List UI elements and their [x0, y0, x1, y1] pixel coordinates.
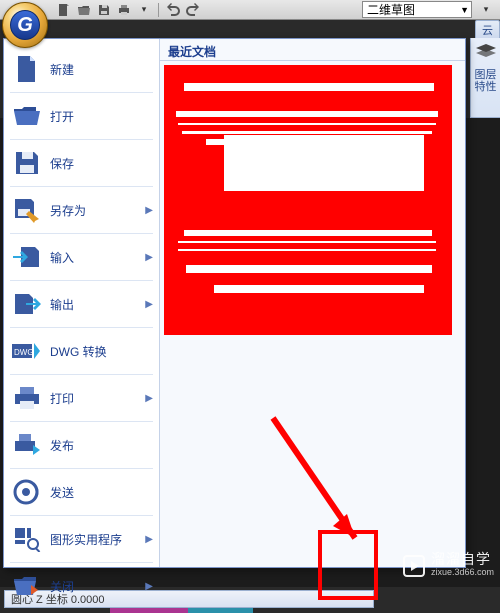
ribbon-panel-layers[interactable]: 图层 特性	[470, 38, 500, 118]
menu-item-print[interactable]: 打印 ▶	[4, 376, 159, 420]
open-folder-icon[interactable]	[76, 2, 92, 18]
save-disk-icon[interactable]	[96, 2, 112, 18]
menu-item-label: 另存为	[50, 202, 137, 219]
menu-item-close[interactable]: 关闭 ▶	[4, 564, 159, 608]
app-menu-left-column: 新建 打开 保存 另存为 ▶	[4, 39, 160, 567]
separator	[10, 139, 153, 140]
ribbon-tab-cloud[interactable]: 云	[475, 20, 500, 38]
app-logo-icon: G	[10, 10, 40, 40]
app-menu-right-column: 最近文档	[160, 39, 465, 567]
send-icon	[12, 477, 42, 507]
separator	[10, 92, 153, 93]
new-file-icon	[12, 54, 42, 84]
menu-item-label: 打开	[50, 108, 153, 125]
separator	[10, 468, 153, 469]
save-as-icon	[12, 195, 42, 225]
submenu-arrow-icon: ▶	[145, 581, 153, 592]
new-file-icon[interactable]	[56, 2, 72, 18]
save-disk-icon	[12, 148, 42, 178]
submenu-arrow-icon: ▶	[145, 393, 153, 404]
menu-item-publish[interactable]: 发布	[4, 423, 159, 467]
watermark: 溜溜自学 zixue.3d66.com	[403, 553, 494, 579]
recent-documents-area	[160, 61, 465, 567]
print-icon	[12, 383, 42, 413]
undo-icon[interactable]	[165, 2, 181, 18]
menu-item-label: DWG 转换	[50, 343, 153, 360]
dwg-convert-icon: DWG	[12, 336, 42, 366]
svg-text:DWG: DWG	[14, 348, 34, 357]
submenu-arrow-icon: ▶	[145, 299, 153, 310]
title-dropdown-icon[interactable]: ▾	[476, 2, 496, 18]
redo-icon[interactable]	[185, 2, 201, 18]
close-folder-icon	[12, 571, 42, 601]
application-menu-button[interactable]: G	[2, 2, 48, 48]
menu-item-label: 发送	[50, 484, 153, 501]
menu-item-drawing-utilities[interactable]: 图形实用程序 ▶	[4, 517, 159, 561]
menu-item-label: 关闭	[50, 578, 137, 595]
chevron-down-icon: ▼	[460, 5, 469, 15]
menu-item-export[interactable]: 输出 ▶	[4, 282, 159, 326]
recent-documents-header: 最近文档	[160, 39, 465, 61]
open-folder-icon	[12, 101, 42, 131]
menu-item-new[interactable]: 新建	[4, 47, 159, 91]
menu-item-send[interactable]: 发送	[4, 470, 159, 514]
separator	[10, 562, 153, 563]
quick-access-toolbar: ▾ 二维草图 ▼ ▾	[0, 0, 500, 20]
separator	[10, 233, 153, 234]
menu-item-label: 打印	[50, 390, 137, 407]
menu-item-label: 发布	[50, 437, 153, 454]
print-icon[interactable]	[116, 2, 132, 18]
watermark-text-cn: 溜溜自学	[431, 553, 494, 566]
menu-item-save-as[interactable]: 另存为 ▶	[4, 188, 159, 232]
submenu-arrow-icon: ▶	[145, 205, 153, 216]
ribbon-tab-strip: 云	[475, 20, 500, 38]
menu-item-label: 输出	[50, 296, 137, 313]
separator	[10, 374, 153, 375]
application-menu: 新建 打开 保存 另存为 ▶	[3, 38, 466, 568]
export-icon	[12, 289, 42, 319]
menu-item-open[interactable]: 打开	[4, 94, 159, 138]
watermark-text-en: zixue.3d66.com	[431, 566, 494, 579]
workspace-combo-value: 二维草图	[367, 1, 415, 18]
menu-item-label: 保存	[50, 155, 153, 172]
separator	[10, 515, 153, 516]
menu-item-dwg-convert[interactable]: DWG DWG 转换	[4, 329, 159, 373]
menu-item-label: 输入	[50, 249, 137, 266]
ribbon-panel-label-1: 图层	[475, 69, 497, 81]
layers-icon	[476, 44, 496, 65]
separator	[10, 421, 153, 422]
separator	[158, 3, 159, 17]
workspace-combo[interactable]: 二维草图 ▼	[362, 1, 472, 18]
qat-dropdown-icon[interactable]: ▾	[136, 2, 152, 18]
separator	[10, 327, 153, 328]
import-icon	[12, 242, 42, 272]
ribbon-panel-label-2: 特性	[475, 81, 497, 93]
separator	[10, 280, 153, 281]
utilities-icon	[12, 524, 42, 554]
submenu-arrow-icon: ▶	[145, 534, 153, 545]
menu-item-import[interactable]: 输入 ▶	[4, 235, 159, 279]
separator	[10, 186, 153, 187]
publish-icon	[12, 430, 42, 460]
menu-item-label: 图形实用程序	[50, 531, 137, 548]
play-icon	[403, 555, 425, 577]
menu-item-save[interactable]: 保存	[4, 141, 159, 185]
redaction-block	[164, 65, 452, 335]
menu-item-label: 新建	[50, 61, 153, 78]
submenu-arrow-icon: ▶	[145, 252, 153, 263]
